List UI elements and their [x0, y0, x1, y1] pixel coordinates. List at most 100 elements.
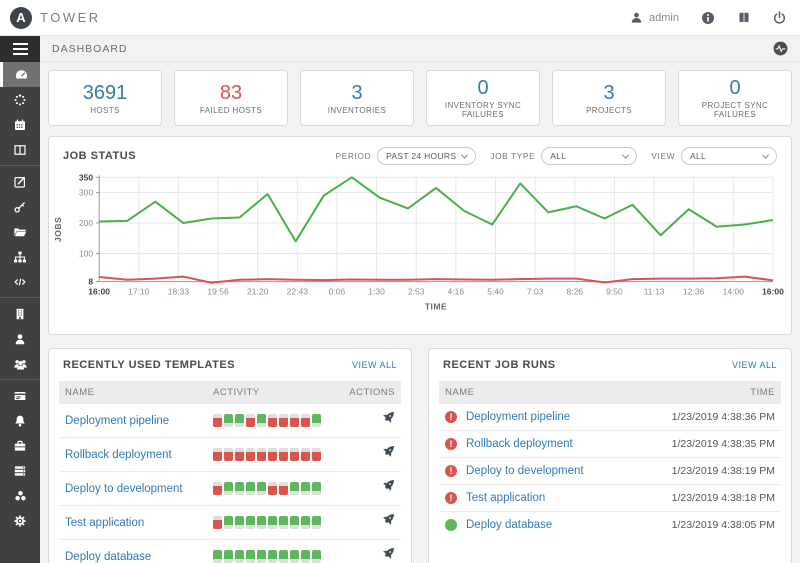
- activity-success-cell: [235, 516, 244, 529]
- sidebar-item-inventory-scripts[interactable]: [0, 269, 40, 294]
- activity-fail-cell: [290, 414, 299, 427]
- job-run-row: ! Deployment pipeline 1/23/2019 4:38:36 …: [439, 404, 781, 431]
- activity-fail-cell: [279, 482, 288, 495]
- sidebar: [0, 36, 40, 563]
- sidebar-item-schedules[interactable]: [0, 112, 40, 137]
- control-select[interactable]: ALL: [681, 147, 777, 165]
- job-name-link[interactable]: Test application: [466, 492, 545, 504]
- activity-success-cell: [224, 550, 233, 563]
- launch-rocket-icon[interactable]: [349, 513, 395, 532]
- sidebar-divider: [0, 379, 40, 380]
- job-status-panel: JOB STATUS PERIOD PAST 24 HOURS JOB TYPE…: [48, 136, 792, 335]
- sidebar-item-jobs[interactable]: [0, 87, 40, 112]
- stat-card[interactable]: 3691 HOSTS: [48, 70, 162, 126]
- launch-rocket-icon[interactable]: [349, 479, 395, 498]
- breadcrumb[interactable]: DASHBOARD: [52, 43, 128, 55]
- svg-text:14:00: 14:00: [723, 287, 745, 297]
- sidebar-item-credentials[interactable]: [0, 194, 40, 219]
- activity-success-cell: [235, 482, 244, 495]
- templates-view-all-link[interactable]: VIEW ALL: [352, 360, 397, 370]
- job-name-link[interactable]: Rollback deployment: [466, 438, 573, 450]
- sidebar-item-projects[interactable]: [0, 219, 40, 244]
- stat-value: 0: [729, 77, 741, 99]
- stat-label: HOSTS: [90, 105, 120, 115]
- docs-icon[interactable]: [737, 11, 751, 25]
- launch-rocket-icon[interactable]: [349, 445, 395, 464]
- sidebar-item-applications[interactable]: [0, 483, 40, 508]
- activity-success-cell: [235, 550, 244, 563]
- sidebar-item-management-jobs[interactable]: [0, 433, 40, 458]
- activity-fail-cell: [312, 448, 321, 461]
- topbar-actions: admin: [630, 11, 786, 25]
- sidebar-item-settings[interactable]: [0, 508, 40, 533]
- tower-logo-icon[interactable]: A: [10, 6, 32, 29]
- activity-sparkline: [213, 516, 349, 529]
- activity-success-cell: [224, 414, 233, 427]
- status-success-icon: [445, 519, 457, 531]
- stat-label: INVENTORY SYNC FAILURES: [444, 101, 522, 119]
- job-name-link[interactable]: Deploy database: [466, 519, 552, 531]
- sidebar-item-dashboard[interactable]: [0, 62, 40, 87]
- activity-fail-cell: [268, 482, 277, 495]
- stat-value: 3: [351, 81, 363, 104]
- activity-fail-cell: [257, 448, 266, 461]
- info-icon[interactable]: [701, 11, 715, 25]
- stat-card[interactable]: 0 INVENTORY SYNC FAILURES: [426, 70, 540, 126]
- template-name-link[interactable]: Deploy database: [65, 551, 213, 563]
- power-icon[interactable]: [773, 11, 786, 24]
- template-name-link[interactable]: Rollback deployment: [65, 449, 213, 461]
- template-name-link[interactable]: Test application: [65, 517, 213, 529]
- stat-card[interactable]: 83 FAILED HOSTS: [174, 70, 288, 126]
- job-status-title: JOB STATUS: [63, 150, 137, 162]
- stat-value: 0: [477, 77, 489, 99]
- stat-value: 3691: [82, 81, 128, 104]
- job-name-link[interactable]: Deployment pipeline: [466, 411, 570, 423]
- templates-table-header: NAME ACTIVITY ACTIONS: [59, 381, 401, 404]
- jobs-view-all-link[interactable]: VIEW ALL: [732, 360, 777, 370]
- jobs-rows: ! Deployment pipeline 1/23/2019 4:38:36 …: [439, 404, 781, 538]
- activity-fail-cell: [301, 414, 310, 427]
- sidebar-item-portal-mode[interactable]: [0, 137, 40, 162]
- sidebar-item-organizations[interactable]: [0, 301, 40, 326]
- stat-label: PROJECT SYNC FAILURES: [701, 101, 769, 119]
- stat-value: 83: [219, 81, 243, 104]
- svg-text:17:10: 17:10: [128, 287, 150, 297]
- control-select[interactable]: ALL: [541, 147, 638, 165]
- sidebar-item-teams[interactable]: [0, 351, 40, 376]
- stat-card[interactable]: 0 PROJECT SYNC FAILURES: [678, 70, 792, 126]
- launch-rocket-icon[interactable]: [349, 547, 395, 563]
- sidebar-item-credential-types[interactable]: [0, 383, 40, 408]
- activity-fail-cell: [290, 448, 299, 461]
- activity-success-cell: [224, 516, 233, 529]
- template-name-link[interactable]: Deploy to development: [65, 483, 213, 495]
- activity-success-cell: [268, 550, 277, 563]
- svg-text:21:20: 21:20: [247, 287, 269, 297]
- status-failed-icon: !: [445, 465, 457, 477]
- activity-success-cell: [312, 414, 321, 427]
- control-select[interactable]: PAST 24 HOURS: [377, 147, 477, 165]
- activity-stream-icon[interactable]: [773, 41, 788, 56]
- menu-toggle-icon[interactable]: [0, 36, 40, 62]
- activity-fail-cell: [268, 448, 277, 461]
- control-value: ALL: [550, 151, 567, 161]
- sidebar-item-users[interactable]: [0, 326, 40, 351]
- job-time: 1/23/2019 4:38:05 PM: [671, 519, 775, 531]
- job-name-link[interactable]: Deploy to development: [466, 465, 584, 477]
- template-name-link[interactable]: Deployment pipeline: [65, 415, 213, 427]
- svg-text:2:53: 2:53: [408, 287, 425, 297]
- svg-text:9:50: 9:50: [606, 287, 623, 297]
- stat-label: FAILED HOSTS: [199, 105, 263, 115]
- stat-card[interactable]: 3 PROJECTS: [552, 70, 666, 126]
- activity-fail-cell: [213, 482, 222, 495]
- col-actions: ACTIONS: [349, 387, 395, 398]
- stat-card[interactable]: 3 INVENTORIES: [300, 70, 414, 126]
- launch-rocket-icon[interactable]: [349, 411, 395, 430]
- control-label: JOB TYPE: [490, 151, 536, 161]
- sidebar-item-notifications[interactable]: [0, 408, 40, 433]
- activity-success-cell: [312, 482, 321, 495]
- sidebar-item-inventories[interactable]: [0, 244, 40, 269]
- user-menu[interactable]: admin: [630, 11, 679, 24]
- activity-fail-cell: [301, 448, 310, 461]
- sidebar-item-instance-groups[interactable]: [0, 458, 40, 483]
- sidebar-item-job-templates[interactable]: [0, 169, 40, 194]
